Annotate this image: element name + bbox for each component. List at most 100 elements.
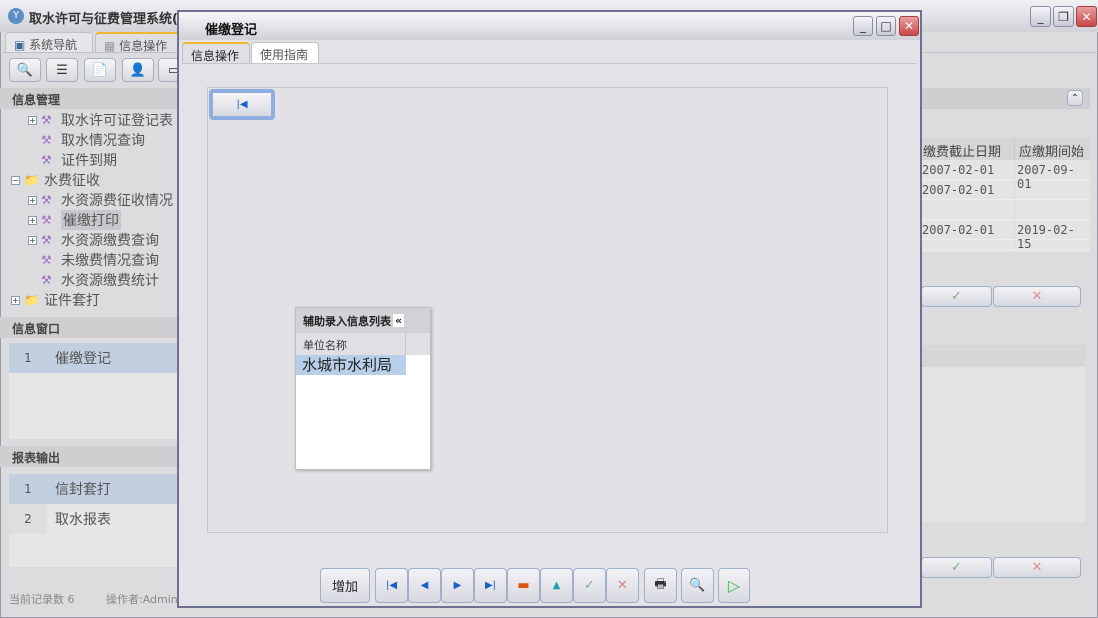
record-count: 当前记录数 6 bbox=[9, 593, 75, 606]
tool-icon: ⚒ bbox=[41, 113, 52, 127]
list-item[interactable]: 1 催缴登记 bbox=[9, 343, 178, 373]
grid-icon: ▦ bbox=[104, 39, 120, 53]
column-header: 缴费截止日期 bbox=[923, 145, 1002, 160]
tree-item[interactable]: + ⚒ 水资源缴费查询 bbox=[0, 230, 178, 250]
tool-icon: ⚒ bbox=[41, 133, 52, 147]
list-item[interactable]: 1 信封套打 bbox=[9, 474, 178, 504]
list-item[interactable]: 2 取水报表 bbox=[9, 504, 178, 534]
tree-item[interactable]: + ⚒ 催缴打印 bbox=[0, 210, 178, 230]
dialog-close-button[interactable]: ✕ bbox=[899, 16, 919, 36]
search-icon[interactable]: 🔍 bbox=[9, 58, 41, 82]
folder-icon: 📁 bbox=[24, 173, 39, 187]
minus-icon: ▬ bbox=[517, 578, 530, 593]
tab-dialog-info-ops[interactable]: 信息操作 bbox=[182, 42, 250, 63]
cancel-button[interactable]: ✕ bbox=[993, 286, 1081, 307]
tree-item[interactable]: + ⚒ 水资源费征收情况 bbox=[0, 190, 178, 210]
print-button[interactable]: 🖶 bbox=[644, 568, 677, 603]
section-info-window: 信息窗口 bbox=[0, 317, 178, 338]
expand-icon[interactable]: + bbox=[28, 195, 37, 205]
report-list: 1 信封套打 2 取水报表 bbox=[9, 474, 178, 567]
column-header: 应缴期间始 bbox=[1014, 138, 1086, 160]
tree-item[interactable]: ⚒ 水资源缴费统计 bbox=[0, 270, 178, 290]
table-row[interactable]: 2007-02-01 2007-09-01 bbox=[920, 160, 1090, 191]
expand-icon[interactable]: + bbox=[28, 235, 37, 245]
tree-item[interactable]: − 📁 水费征收 bbox=[0, 170, 178, 190]
section-report-output: 报表输出 bbox=[0, 446, 178, 467]
close-icon: ✕ bbox=[617, 578, 628, 593]
tab-info-ops[interactable]: ▦ 信息操作 bbox=[95, 32, 185, 53]
expand-icon[interactable]: + bbox=[28, 215, 37, 225]
confirm-button[interactable]: ✓ bbox=[921, 286, 992, 307]
table-cell bbox=[920, 240, 1014, 249]
table-row[interactable] bbox=[920, 240, 1090, 250]
tree-item[interactable]: ⚒ 证件到期 bbox=[0, 150, 178, 170]
play-icon: ▷ bbox=[727, 576, 741, 595]
table-row[interactable]: 2007-02-01 2019-02-15 bbox=[920, 220, 1090, 251]
tool-icon: ⚒ bbox=[41, 253, 52, 267]
save-button[interactable]: ✓ bbox=[573, 568, 606, 603]
tree-item-label: 证件套打 bbox=[44, 293, 100, 309]
edit-button[interactable]: ▲ bbox=[540, 568, 573, 603]
table-row[interactable]: 2007-02-01 bbox=[920, 180, 1090, 200]
tab-system-nav[interactable]: ▣ 系统导航 bbox=[5, 32, 93, 53]
collapse-up-icon[interactable]: ⌃ bbox=[1067, 90, 1083, 106]
delete-button[interactable]: ▬ bbox=[507, 568, 540, 603]
tree-item-label: 水费征收 bbox=[44, 173, 100, 189]
document-icon[interactable]: 📄 bbox=[84, 58, 116, 82]
tree-item[interactable]: ⚒ 取水情况查询 bbox=[0, 130, 178, 150]
dialog-title-bar[interactable]: 催缴登记 _ □ ✕ bbox=[179, 12, 920, 40]
expand-icon[interactable]: + bbox=[11, 295, 20, 305]
operator: 操作者:Admin bbox=[106, 593, 178, 606]
collapse-icon[interactable]: − bbox=[11, 175, 20, 185]
table-cell bbox=[1014, 200, 1086, 219]
table-cell: 2007-02-01 bbox=[922, 183, 995, 197]
cancel-button[interactable]: ✕ bbox=[606, 568, 639, 603]
column-header: 单位名称 bbox=[296, 333, 406, 355]
dialog-minimize-button[interactable]: _ bbox=[853, 16, 873, 36]
tree-item[interactable]: ⚒ 未缴费情况查询 bbox=[0, 250, 178, 270]
printer-icon: 🖶 bbox=[654, 576, 667, 592]
nav-tree: + ⚒ 取水许可证登记表 ⚒ 取水情况查询 ⚒ 证件到期 − 📁 水费征收 + ⚒ 水资源费征收情况 + ⚒… bbox=[0, 110, 178, 310]
section-info-manage: 信息管理 bbox=[0, 88, 178, 109]
list-icon[interactable]: ☰ bbox=[46, 58, 78, 82]
add-button[interactable]: 增加 bbox=[320, 568, 370, 603]
tree-item[interactable]: + ⚒ 取水许可证登记表 bbox=[0, 110, 178, 130]
form-panel: |◀ 辅助录入信息列表 « 单位名称 水城市水利局 bbox=[207, 87, 888, 533]
dialog-window: 催缴登记 _ □ ✕ 信息操作 使用指南 |◀ 辅助录入信息列表 « 单位名称 … bbox=[177, 10, 922, 608]
cancel-button[interactable]: ✕ bbox=[993, 557, 1081, 578]
run-button[interactable]: ▷ bbox=[718, 568, 750, 603]
expand-icon[interactable]: + bbox=[28, 115, 37, 125]
table-cell: 2007-02-01 bbox=[922, 223, 995, 237]
tool-icon: ⚒ bbox=[41, 233, 52, 247]
tool-icon: ⚒ bbox=[41, 153, 52, 167]
dialog-maximize-button[interactable]: □ bbox=[876, 16, 896, 36]
prev-record-button[interactable]: ◀ bbox=[408, 568, 441, 603]
collapse-left-icon[interactable]: « bbox=[393, 314, 405, 327]
table-cell: 2007-02-01 bbox=[922, 163, 995, 177]
list-item[interactable]: 水城市水利局 bbox=[296, 355, 406, 375]
close-button[interactable]: ✕ bbox=[1076, 6, 1097, 27]
prev-icon: ◀ bbox=[420, 580, 429, 591]
last-record-button[interactable]: ▶| bbox=[474, 568, 507, 603]
user-icon[interactable]: 👤 bbox=[122, 58, 154, 82]
first-record-button[interactable]: |◀ bbox=[375, 568, 408, 603]
tool-icon: ⚒ bbox=[41, 273, 52, 287]
tree-item[interactable]: + 📁 证件套打 bbox=[0, 290, 178, 310]
dialog-title: 催缴登记 bbox=[205, 23, 258, 38]
first-record-button[interactable]: |◀ bbox=[209, 89, 275, 120]
restore-button[interactable]: ❐ bbox=[1053, 6, 1074, 27]
tree-item-label: 水资源费征收情况 bbox=[61, 193, 173, 209]
print-preview-button[interactable]: 🔍 bbox=[681, 568, 714, 603]
minimize-button[interactable]: _ bbox=[1030, 6, 1051, 27]
tab-dialog-guide[interactable]: 使用指南 bbox=[251, 42, 319, 63]
check-icon: ✓ bbox=[584, 578, 595, 593]
tree-item-label: 催缴打印 bbox=[61, 210, 121, 230]
app-title: 取水许可与征费管理系统(非 bbox=[29, 12, 191, 27]
next-record-button[interactable]: ▶ bbox=[441, 568, 474, 603]
table-row[interactable] bbox=[920, 200, 1090, 220]
folder-icon: 📁 bbox=[24, 293, 39, 307]
confirm-button[interactable]: ✓ bbox=[921, 557, 992, 578]
aux-panel-title: 辅助录入信息列表 bbox=[303, 314, 391, 328]
table-cell: 2007-09-01 bbox=[1014, 160, 1086, 191]
lower-panel bbox=[920, 367, 1085, 522]
